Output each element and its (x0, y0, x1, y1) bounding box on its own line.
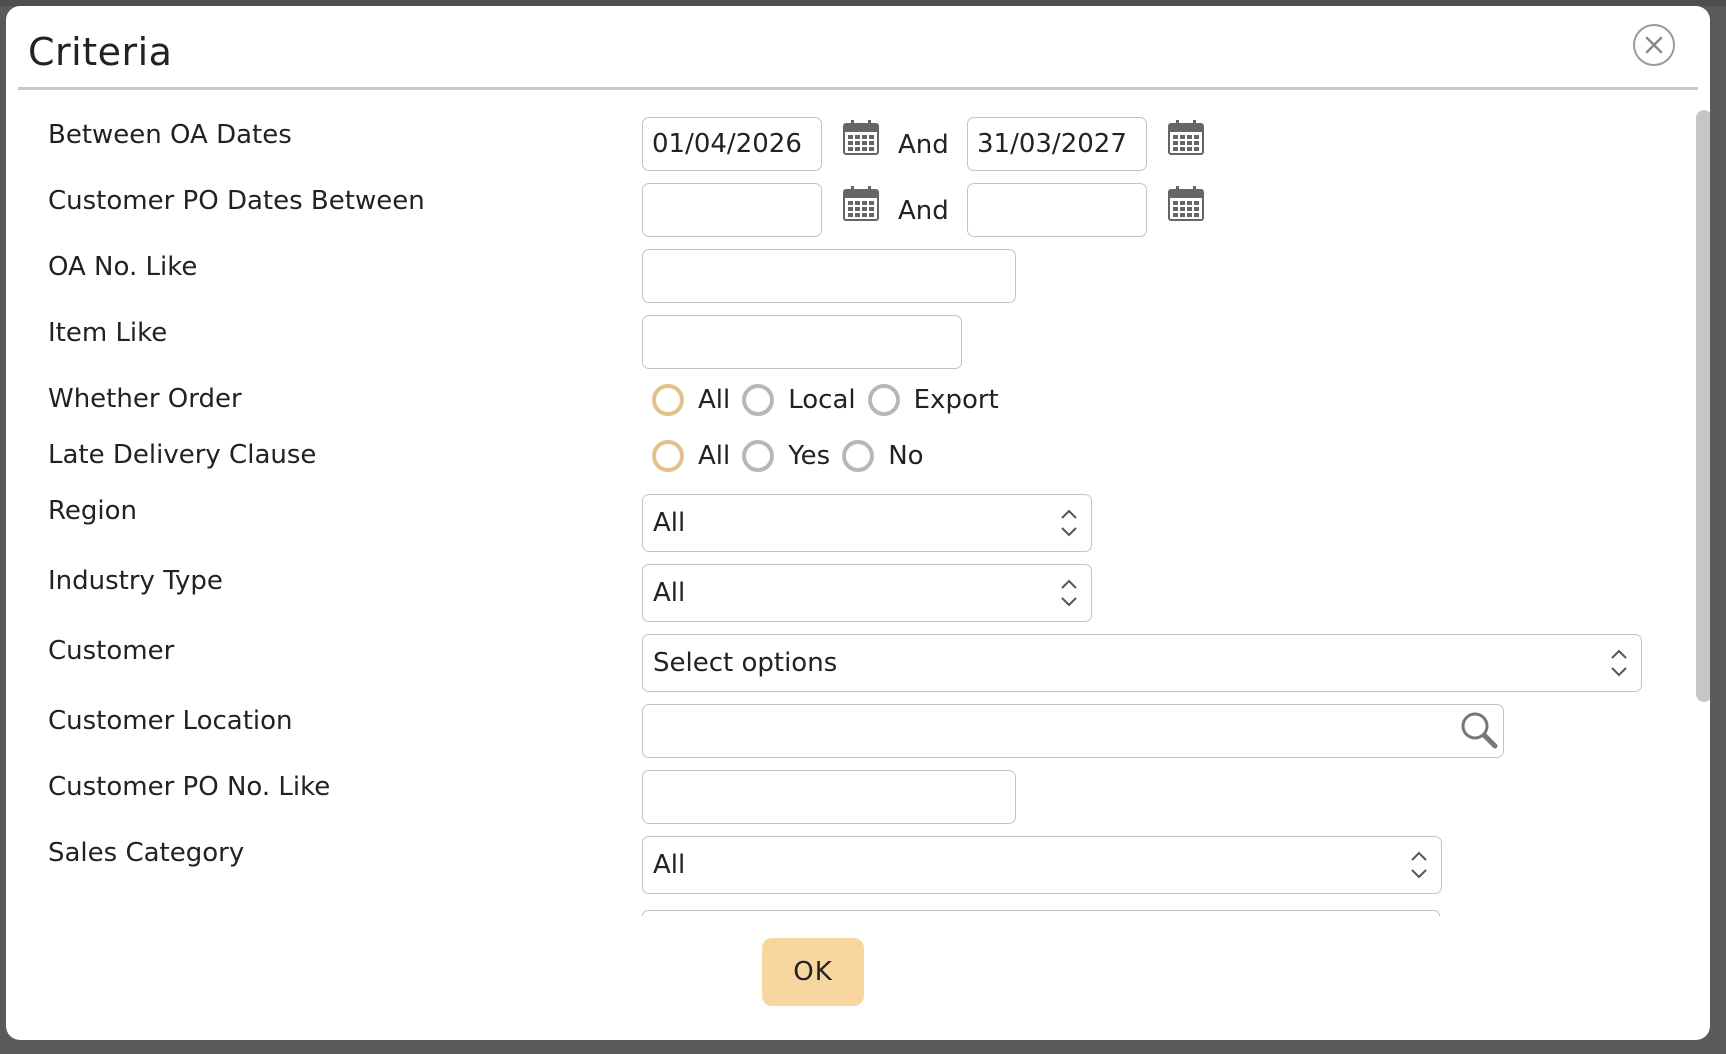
sales-category-selected-value: All (653, 850, 686, 880)
oa-date-from-input[interactable] (642, 117, 822, 171)
close-button[interactable] (1633, 24, 1675, 66)
region-selected-value: All (653, 508, 686, 538)
po-dates-label: Customer PO Dates Between (48, 186, 425, 216)
industry-type-select[interactable]: All (642, 564, 1092, 622)
late-delivery-all-radio[interactable]: All (652, 440, 730, 472)
po-dates-and-label: And (898, 196, 949, 226)
late-delivery-no-radio[interactable]: No (842, 440, 924, 472)
customer-select[interactable]: Select options (642, 634, 1642, 692)
radio-label: Export (913, 385, 999, 415)
radio-label: All (698, 441, 731, 471)
oa-dates-and-label: And (898, 130, 949, 160)
oa-dates-label: Between OA Dates (48, 120, 292, 150)
radio-circle (742, 440, 775, 472)
whether-order-export-radio[interactable]: Export (867, 384, 999, 416)
radio-circle (867, 384, 900, 416)
radio-label: Local (788, 385, 856, 415)
oa-no-label: OA No. Like (48, 252, 198, 282)
industry-type-label: Industry Type (48, 566, 223, 596)
late-delivery-yes-radio[interactable]: Yes (742, 440, 830, 472)
sales-category-label: Sales Category (48, 838, 245, 868)
radio-circle (652, 440, 684, 472)
next-field-edge (642, 910, 1440, 916)
radio-circle (742, 384, 775, 416)
ok-button[interactable]: OK (762, 938, 864, 1006)
chevron-updown-icon (1061, 509, 1077, 537)
calendar-icon[interactable] (1167, 184, 1205, 222)
customer-label: Customer (48, 636, 175, 666)
customer-po-no-label: Customer PO No. Like (48, 772, 331, 802)
region-label: Region (48, 496, 138, 526)
dialog-title: Criteria (28, 30, 173, 74)
sales-category-select[interactable]: All (642, 836, 1442, 894)
oa-date-to-input[interactable] (967, 117, 1147, 171)
oa-no-input[interactable] (642, 249, 1016, 303)
whether-order-local-radio[interactable]: Local (742, 384, 856, 416)
chevron-updown-icon (1611, 649, 1627, 677)
po-date-to-input[interactable] (967, 183, 1147, 237)
chevron-updown-icon (1061, 579, 1077, 607)
scrollbar-thumb[interactable] (1696, 110, 1710, 702)
customer-location-search[interactable] (642, 704, 1504, 758)
whether-order-label: Whether Order (48, 384, 242, 414)
calendar-icon[interactable] (1167, 118, 1205, 156)
search-icon[interactable] (1458, 709, 1500, 751)
criteria-dialog: Criteria Between OA Dates And (6, 6, 1710, 1040)
calendar-icon[interactable] (842, 118, 880, 156)
item-label: Item Like (48, 318, 168, 348)
radio-label: Yes (788, 441, 831, 471)
close-icon (1645, 36, 1663, 54)
radio-circle (652, 384, 684, 416)
customer-selected-value: Select options (653, 648, 838, 678)
po-date-from-input[interactable] (642, 183, 822, 237)
radio-label: No (888, 441, 924, 471)
whether-order-radio-group: All Local Export (652, 384, 1011, 416)
region-select[interactable]: All (642, 494, 1092, 552)
late-delivery-label: Late Delivery Clause (48, 440, 317, 470)
calendar-icon[interactable] (842, 184, 880, 222)
item-input[interactable] (642, 315, 962, 369)
radio-label: All (698, 385, 731, 415)
industry-type-selected-value: All (653, 578, 686, 608)
criteria-form: Between OA Dates And Customer PO (6, 90, 1686, 930)
customer-location-label: Customer Location (48, 706, 293, 736)
whether-order-all-radio[interactable]: All (652, 384, 730, 416)
chevron-updown-icon (1411, 851, 1427, 879)
customer-po-no-input[interactable] (642, 770, 1016, 824)
radio-circle (842, 440, 875, 472)
late-delivery-radio-group: All Yes No (652, 440, 936, 472)
